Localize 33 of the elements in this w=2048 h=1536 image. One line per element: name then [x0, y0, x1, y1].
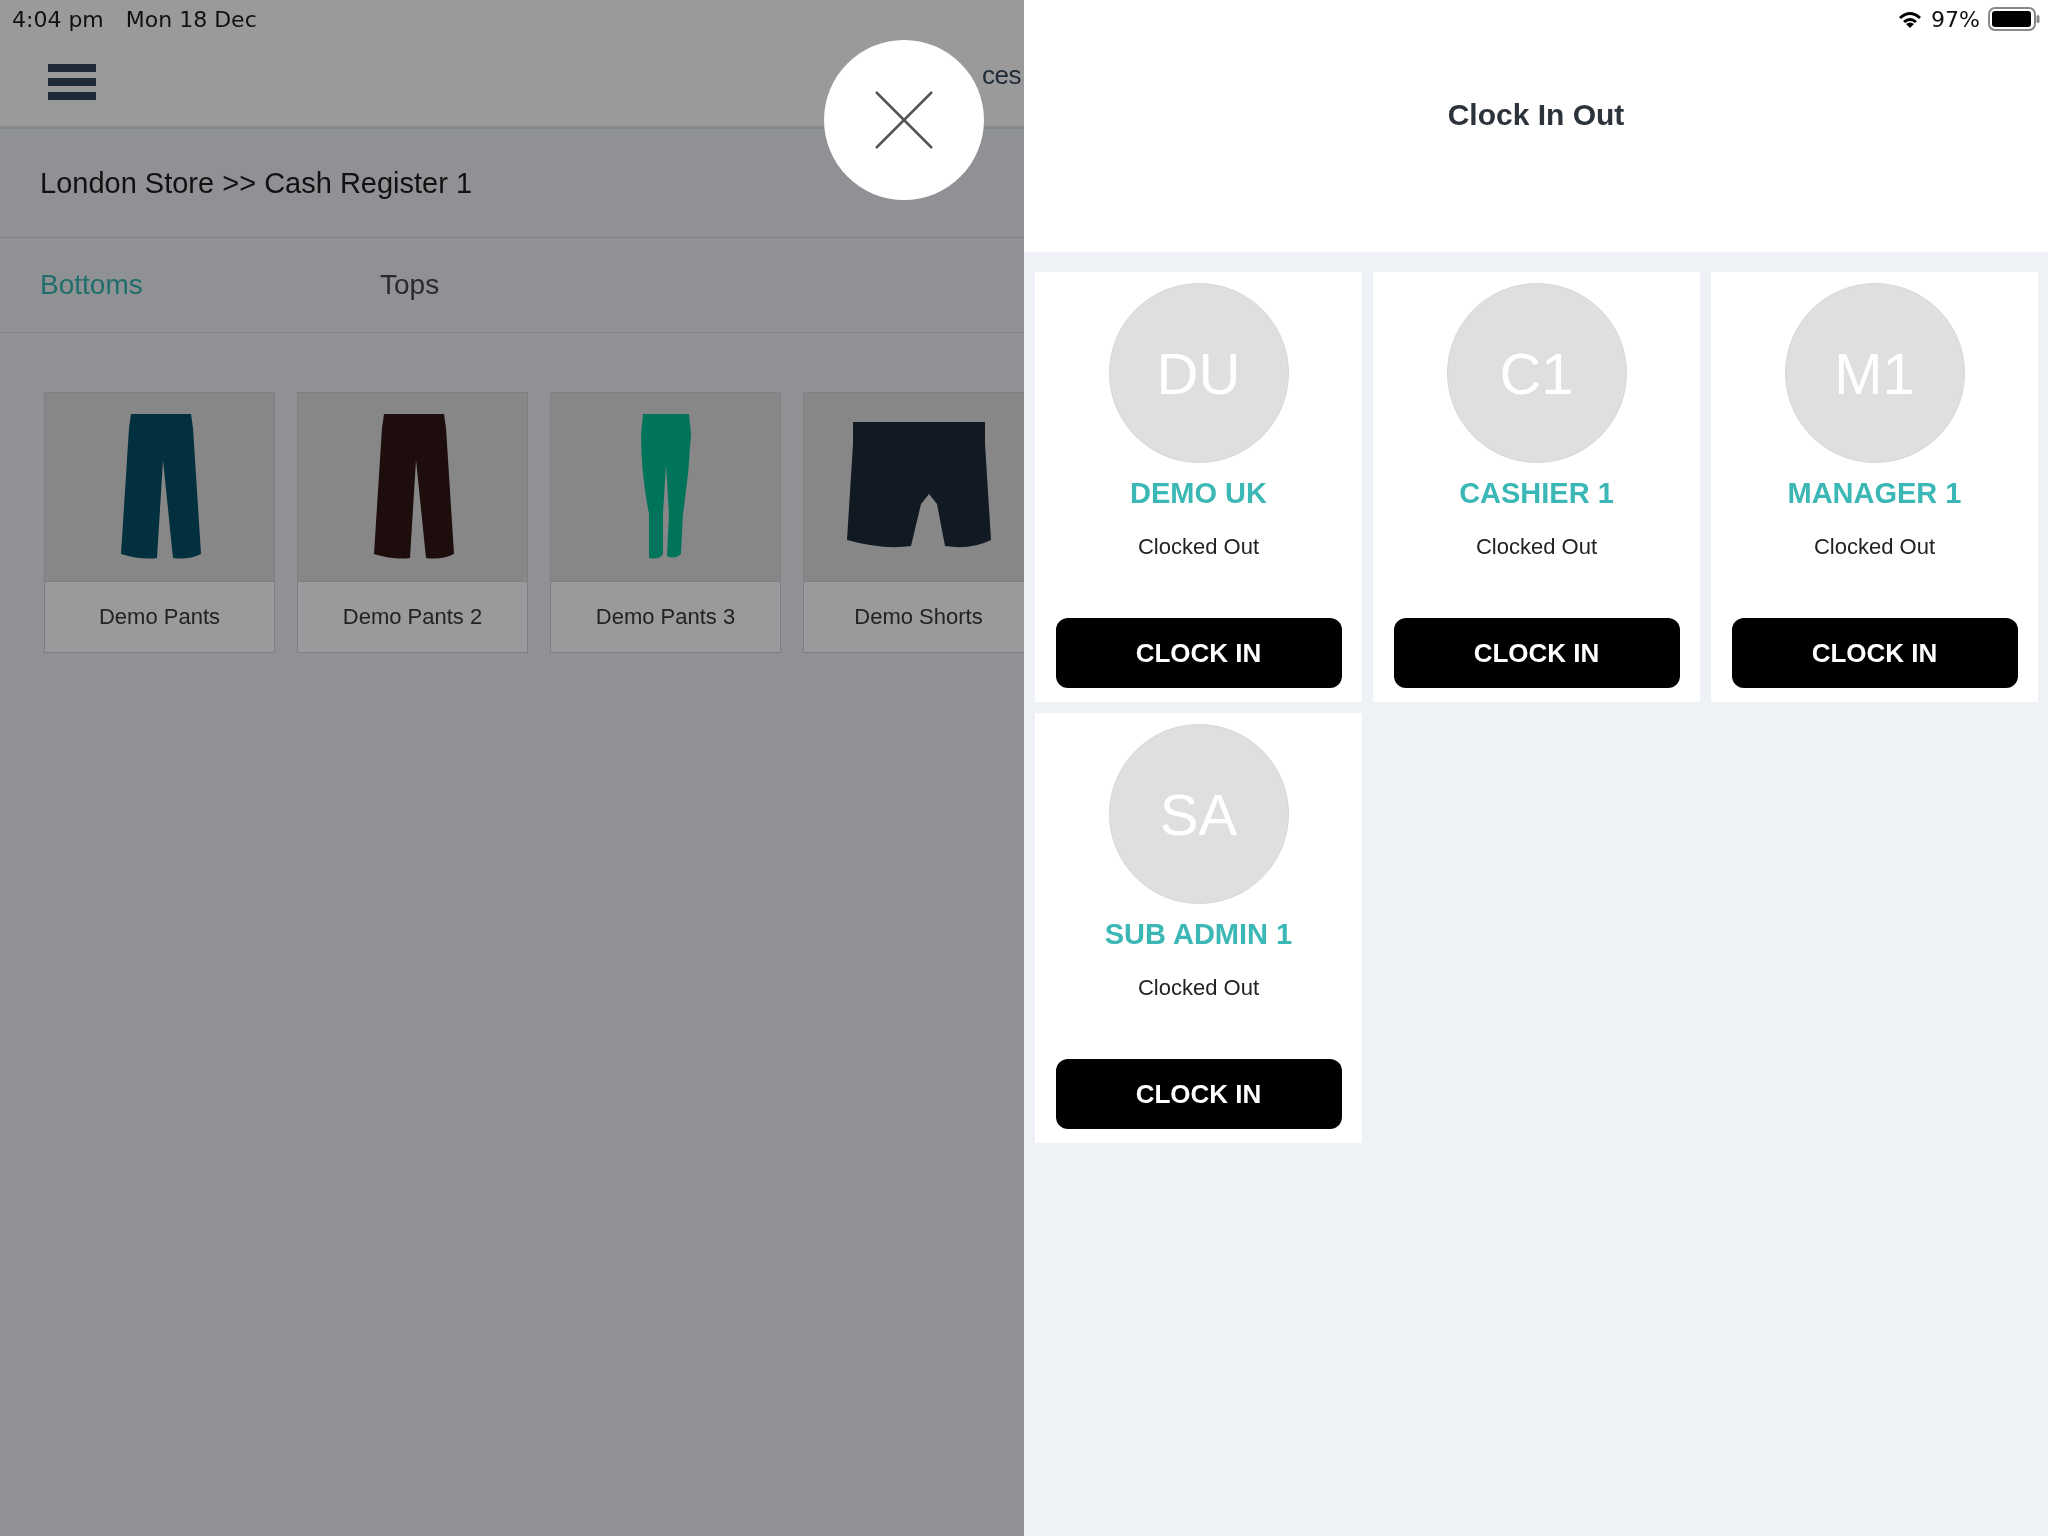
product-image[interactable]	[44, 392, 275, 582]
product-name: Demo Pants 3	[550, 582, 781, 653]
battery-percent: 97%	[1931, 6, 1980, 32]
product-name: Demo Shorts	[803, 582, 1024, 653]
trousers-icon	[118, 414, 201, 560]
staff-name: CASHIER 1	[1459, 477, 1614, 510]
panel-title: Clock In Out	[1447, 98, 1625, 133]
clock-in-button[interactable]: CLOCK IN	[1393, 618, 1680, 688]
jeans-icon	[638, 414, 693, 560]
clock-status: Clocked Out	[1137, 534, 1260, 560]
staff-name: MANAGER 1	[1787, 477, 1962, 510]
status-time: 4:04 pm	[12, 6, 104, 32]
clock-in-button[interactable]: CLOCK IN	[1055, 618, 1342, 688]
header-title: ces	[982, 60, 1021, 91]
breadcrumb: London Store >> Cash Register 1	[40, 166, 473, 200]
product-name: Demo Pants	[44, 582, 275, 653]
battery-icon	[1988, 7, 2040, 31]
clock-status: Clocked Out	[1137, 975, 1260, 1001]
staff-name: SUB ADMIN 1	[1104, 918, 1293, 951]
status-date: Mon 18 Dec	[125, 6, 257, 32]
product-image[interactable]	[803, 392, 1024, 582]
clock-status: Clocked Out	[1813, 534, 1936, 560]
staff-name: DEMO UK	[1130, 477, 1267, 510]
trousers-icon	[371, 414, 454, 560]
clock-status: Clocked Out	[1475, 534, 1598, 560]
clock-in-button[interactable]: CLOCK IN	[1731, 618, 2018, 688]
category-tab[interactable]: Tops	[380, 269, 720, 301]
clock-in-button[interactable]: CLOCK IN	[1055, 1059, 1342, 1129]
product-image[interactable]	[297, 392, 528, 582]
wifi-icon	[1897, 9, 1924, 29]
product-name: Demo Pants 2	[297, 582, 528, 653]
menu-button[interactable]	[48, 64, 96, 100]
close-icon	[875, 91, 933, 149]
